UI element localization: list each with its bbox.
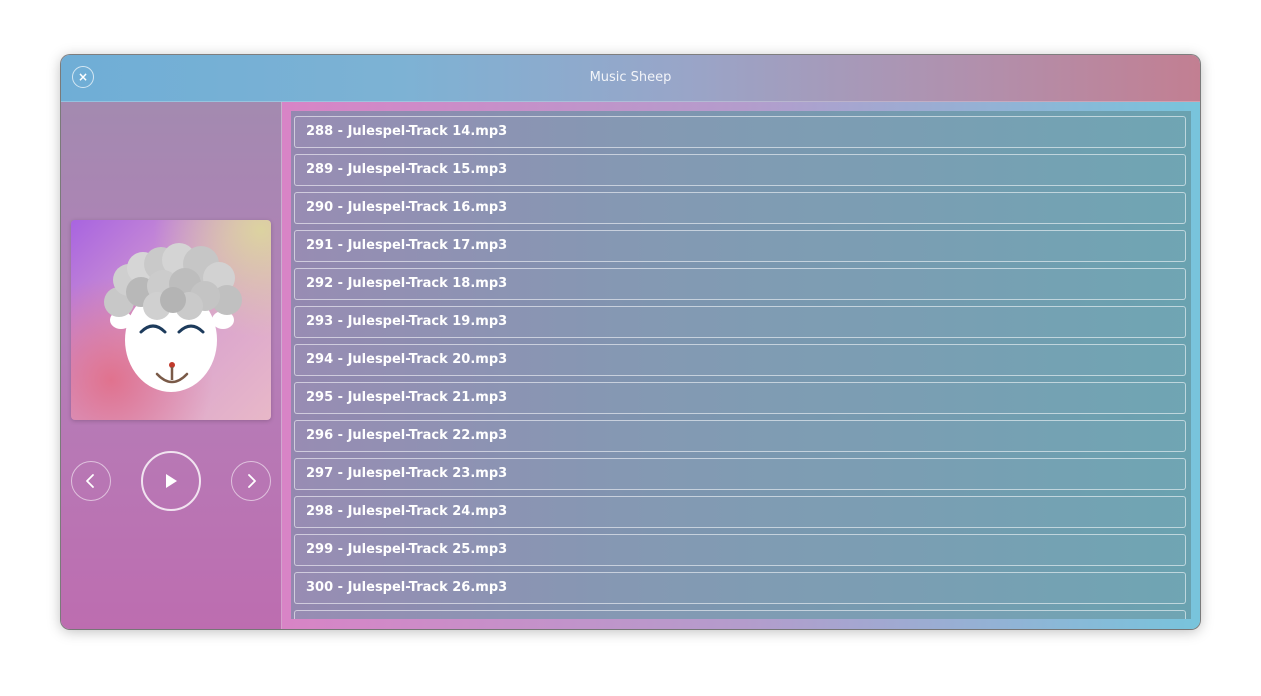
playlist-area: 288 - Julespel-Track 14.mp3 289 - Julesp… — [282, 102, 1200, 629]
track-item[interactable]: 290 - Julespel-Track 16.mp3 — [294, 192, 1186, 224]
track-item[interactable] — [294, 610, 1186, 619]
previous-button[interactable] — [71, 461, 111, 501]
track-item[interactable]: 300 - Julespel-Track 26.mp3 — [294, 572, 1186, 604]
play-button[interactable] — [141, 451, 201, 511]
app-window: × Music Sheep 288 - Julespel-Track 14.mp… — [61, 55, 1200, 629]
track-item[interactable]: 299 - Julespel-Track 25.mp3 — [294, 534, 1186, 566]
track-item[interactable]: 294 - Julespel-Track 20.mp3 — [294, 344, 1186, 376]
track-item[interactable]: 288 - Julespel-Track 14.mp3 — [294, 116, 1186, 148]
close-button[interactable]: × — [72, 66, 94, 88]
track-item[interactable]: 297 - Julespel-Track 23.mp3 — [294, 458, 1186, 490]
next-button[interactable] — [231, 461, 271, 501]
chevron-right-icon — [248, 474, 256, 488]
track-item[interactable]: 293 - Julespel-Track 19.mp3 — [294, 306, 1186, 338]
track-item[interactable]: 295 - Julespel-Track 21.mp3 — [294, 382, 1186, 414]
track-list[interactable]: 288 - Julespel-Track 14.mp3 289 - Julesp… — [291, 111, 1191, 619]
chevron-left-icon — [86, 474, 94, 488]
titlebar[interactable]: × Music Sheep — [61, 55, 1200, 102]
close-icon: × — [77, 70, 89, 84]
album-art — [71, 220, 271, 420]
window-title: Music Sheep — [589, 70, 672, 85]
track-item[interactable]: 292 - Julespel-Track 18.mp3 — [294, 268, 1186, 300]
track-item[interactable]: 291 - Julespel-Track 17.mp3 — [294, 230, 1186, 262]
player-sidebar — [61, 102, 282, 629]
play-icon — [166, 474, 177, 488]
track-item[interactable]: 296 - Julespel-Track 22.mp3 — [294, 420, 1186, 452]
track-item[interactable]: 289 - Julespel-Track 15.mp3 — [294, 154, 1186, 186]
track-item[interactable]: 298 - Julespel-Track 24.mp3 — [294, 496, 1186, 528]
sheep-icon — [104, 243, 242, 392]
